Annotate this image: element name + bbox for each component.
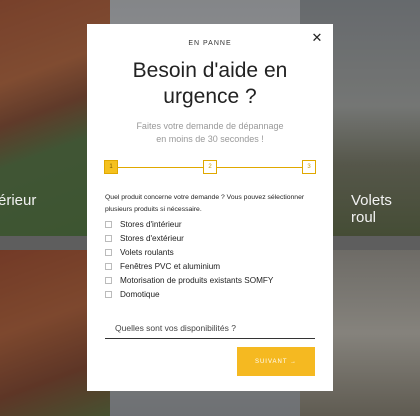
modal-title-line-2: urgence ? xyxy=(163,85,257,108)
option-stores-exterieur[interactable]: Stores d'extérieur xyxy=(105,231,273,245)
product-question: Quel produit concerne votre demande ? Vo… xyxy=(105,194,305,213)
step-3: 3 xyxy=(302,160,316,174)
option-label: Stores d'intérieur xyxy=(120,219,182,229)
option-volets-roulants[interactable]: Volets roulants xyxy=(105,245,273,259)
checkbox[interactable] xyxy=(105,290,112,298)
checkbox[interactable] xyxy=(105,234,112,242)
background-label-right: Volets roul xyxy=(351,192,392,226)
option-fenetres[interactable]: Fenêtres PVC et aluminium xyxy=(105,259,273,273)
checkbox[interactable] xyxy=(105,220,112,228)
next-button[interactable]: SUIVANT → xyxy=(237,347,315,376)
step-2: 2 xyxy=(203,160,217,174)
option-label: Domotique xyxy=(120,289,160,299)
step-connector xyxy=(118,167,203,168)
modal-subtitle: Faites votre demande de dépannage en moi… xyxy=(87,120,333,146)
option-label: Motorisation de produits existants SOMFY xyxy=(120,275,274,285)
option-label: Fenêtres PVC et aluminium xyxy=(120,261,221,271)
option-motorisation-somfy[interactable]: Motorisation de produits existants SOMFY xyxy=(105,273,273,287)
step-indicator: 1 2 3 xyxy=(104,160,316,174)
modal-title: Besoin d'aide en urgence ? xyxy=(87,58,333,110)
modal-eyebrow: EN PANNE xyxy=(188,40,232,47)
option-stores-interieur[interactable]: Stores d'intérieur xyxy=(105,217,273,231)
availability-input[interactable] xyxy=(105,317,315,339)
checkbox[interactable] xyxy=(105,262,112,270)
modal-subtitle-line-1: Faites votre demande de dépannage xyxy=(136,121,284,131)
option-label: Volets roulants xyxy=(120,247,174,257)
modal-subtitle-line-2: en moins de 30 secondes ! xyxy=(156,134,264,144)
emergency-modal: ✕ EN PANNE Besoin d'aide en urgence ? Fa… xyxy=(87,24,333,391)
option-domotique[interactable]: Domotique xyxy=(105,287,273,301)
step-connector xyxy=(217,167,302,168)
option-label: Stores d'extérieur xyxy=(120,233,184,243)
product-options: Stores d'intérieur Stores d'extérieur Vo… xyxy=(105,217,273,301)
modal-title-line-1: Besoin d'aide en xyxy=(132,59,288,82)
step-1: 1 xyxy=(104,160,118,174)
checkbox[interactable] xyxy=(105,276,112,284)
checkbox[interactable] xyxy=(105,248,112,256)
background-label-left: érieur xyxy=(0,192,37,209)
